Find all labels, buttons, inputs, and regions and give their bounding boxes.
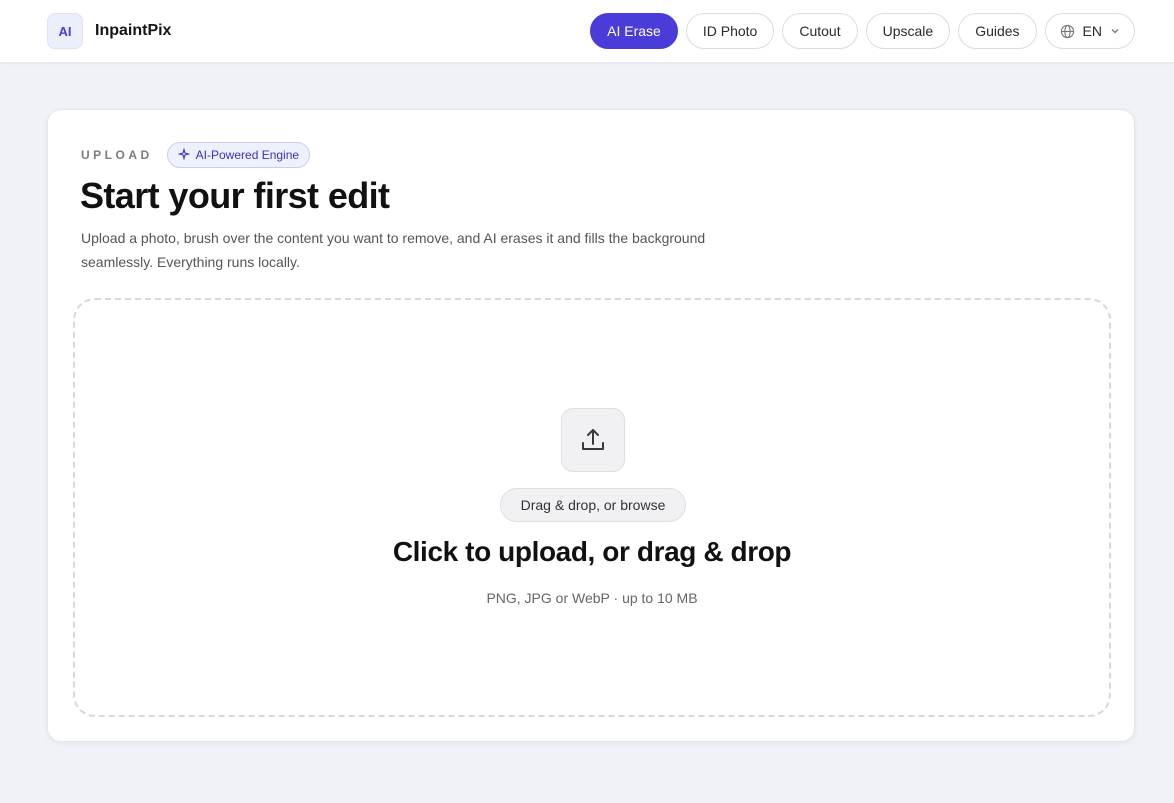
eyebrow-row: UPLOAD AI-Powered Engine bbox=[81, 142, 311, 168]
sparkle-icon bbox=[177, 146, 191, 163]
brand-name: InpaintPix bbox=[95, 22, 172, 39]
brand[interactable]: AI InpaintPix bbox=[47, 13, 171, 49]
language-code: EN bbox=[1082, 23, 1102, 39]
ai-engine-badge: AI-Powered Engine bbox=[166, 142, 311, 168]
nav-upscale[interactable]: Upscale bbox=[865, 13, 951, 49]
browse-button[interactable]: Drag & drop, or browse bbox=[500, 488, 686, 522]
nav-cutout[interactable]: Cutout bbox=[782, 13, 858, 49]
upload-eyebrow: UPLOAD bbox=[81, 148, 153, 162]
upload-icon bbox=[561, 408, 625, 472]
language-selector[interactable]: EN bbox=[1044, 13, 1135, 49]
nav-ai-erase[interactable]: AI Erase bbox=[590, 13, 678, 49]
nav-id-photo[interactable]: ID Photo bbox=[685, 13, 775, 49]
page-description: Upload a photo, brush over the content y… bbox=[81, 230, 706, 270]
chevron-down-icon bbox=[1110, 26, 1120, 36]
dropzone-subtitle: PNG, JPG or WebP · up to 10 MB bbox=[486, 590, 698, 606]
page-title: Start your first edit bbox=[80, 175, 390, 216]
main-nav: AI Erase ID Photo Cutout Upscale Guides … bbox=[590, 13, 1135, 49]
dropzone-title: Click to upload, or drag & drop bbox=[392, 536, 792, 567]
globe-icon bbox=[1060, 24, 1075, 39]
badge-label: AI-Powered Engine bbox=[195, 148, 300, 162]
nav-guides[interactable]: Guides bbox=[958, 13, 1037, 49]
top-header: AI InpaintPix AI Erase ID Photo Cutout U… bbox=[0, 0, 1174, 62]
upload-dropzone[interactable]: Drag & drop, or browse Click to upload, … bbox=[73, 298, 1111, 717]
upload-card: UPLOAD AI-Powered Engine Start your firs… bbox=[47, 109, 1135, 742]
brand-logo: AI bbox=[47, 13, 83, 49]
